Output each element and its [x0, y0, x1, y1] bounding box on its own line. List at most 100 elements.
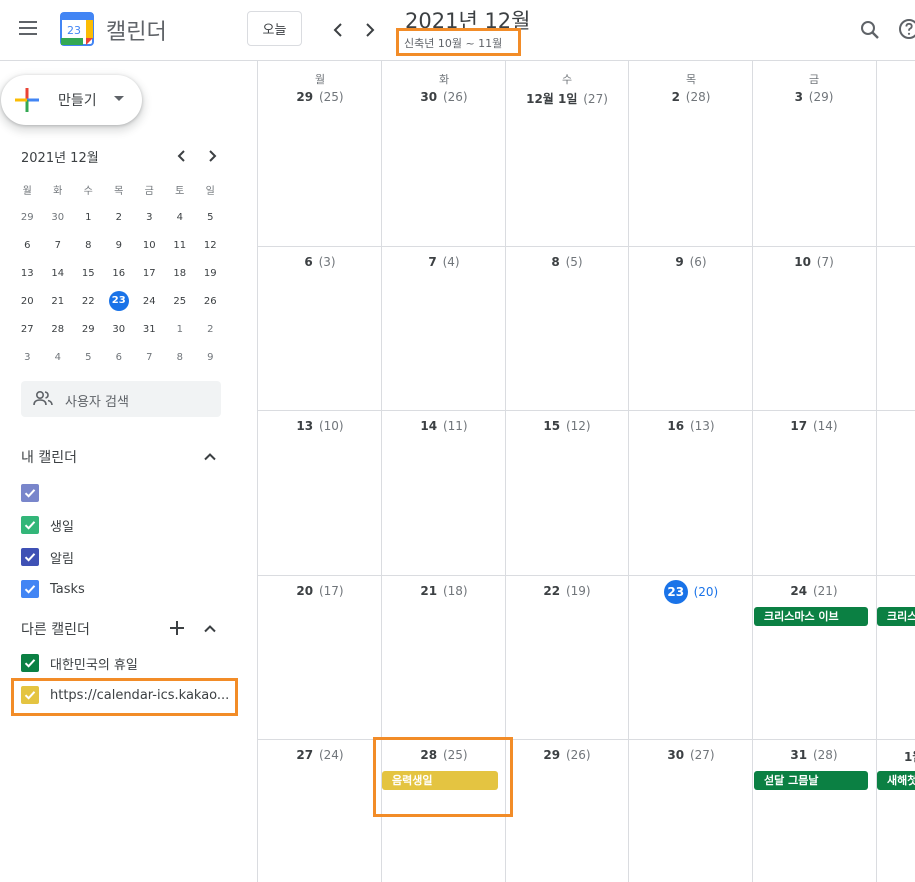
calendar-item[interactable]: 생일: [21, 513, 74, 537]
mini-day[interactable]: 27: [12, 324, 43, 335]
day-cell-label[interactable]: 29 (25): [258, 90, 382, 104]
mini-day[interactable]: 12: [195, 240, 226, 251]
day-number[interactable]: 27: [296, 748, 313, 762]
day-number[interactable]: 24: [790, 584, 807, 598]
mini-day[interactable]: 6: [104, 352, 135, 363]
day-cell-label[interactable]: 9 (6): [629, 255, 753, 269]
mini-day[interactable]: 19: [195, 268, 226, 279]
mini-day[interactable]: 5: [73, 352, 104, 363]
create-button[interactable]: 만들기: [1, 75, 142, 125]
calendar-checkbox[interactable]: [21, 548, 39, 566]
day-number[interactable]: 17: [790, 419, 807, 433]
day-number[interactable]: 9: [675, 255, 683, 269]
mini-day[interactable]: 14: [43, 268, 74, 279]
mini-day[interactable]: 22: [73, 296, 104, 307]
collapse-my-calendars-button[interactable]: [200, 447, 220, 467]
day-cell-label[interactable]: 2 (28): [629, 90, 753, 104]
mini-day[interactable]: 31: [134, 324, 165, 335]
day-number[interactable]: 30: [420, 90, 437, 104]
mini-prev-month-button[interactable]: [173, 147, 191, 165]
day-number[interactable]: 8: [551, 255, 559, 269]
search-icon[interactable]: [858, 18, 882, 42]
day-cell-label[interactable]: 24 (21): [752, 584, 876, 598]
mini-day[interactable]: 8: [165, 352, 196, 363]
day-cell-today[interactable]: 23 (20): [629, 580, 753, 604]
mini-day[interactable]: 30: [104, 324, 135, 335]
day-cell-label[interactable]: 22 (19): [505, 584, 629, 598]
calendar-item[interactable]: [21, 481, 50, 505]
event-chip[interactable]: 새해첫: [877, 771, 915, 790]
day-number[interactable]: 6: [304, 255, 312, 269]
day-number[interactable]: 16: [667, 419, 684, 433]
day-cell-label[interactable]: 29 (26): [505, 748, 629, 762]
mini-day[interactable]: 6: [12, 240, 43, 251]
event-chip[interactable]: 섣달 그믐날: [754, 771, 868, 790]
day-number[interactable]: 3: [795, 90, 803, 104]
day-cell-label[interactable]: 31 (28): [752, 748, 876, 762]
people-search[interactable]: 사용자 검색: [21, 381, 221, 417]
mini-day[interactable]: 25: [165, 296, 196, 307]
mini-day[interactable]: 17: [134, 268, 165, 279]
mini-day[interactable]: 20: [12, 296, 43, 307]
mini-day[interactable]: 2: [104, 212, 135, 223]
day-cell-label[interactable]: 20 (17): [258, 584, 382, 598]
day-cell-label[interactable]: 30 (26): [382, 90, 506, 104]
event-chip[interactable]: 크리스마스 이브: [754, 607, 868, 626]
mini-day[interactable]: 18: [165, 268, 196, 279]
day-number[interactable]: 12월 1일: [526, 92, 577, 106]
day-number[interactable]: 13: [296, 419, 313, 433]
mini-day[interactable]: 10: [134, 240, 165, 251]
day-number[interactable]: 10: [794, 255, 811, 269]
help-icon[interactable]: [897, 17, 915, 41]
day-cell-label[interactable]: 3 (29): [752, 90, 876, 104]
day-number[interactable]: 15: [543, 419, 560, 433]
mini-day[interactable]: 9: [195, 352, 226, 363]
mini-day[interactable]: 29: [12, 212, 43, 223]
day-number[interactable]: 21: [420, 584, 437, 598]
mini-day[interactable]: 28: [43, 324, 74, 335]
day-number[interactable]: 29: [543, 748, 560, 762]
day-number[interactable]: 2: [672, 90, 680, 104]
mini-day[interactable]: 3: [134, 212, 165, 223]
day-number[interactable]: 7: [428, 255, 436, 269]
mini-day[interactable]: 1: [165, 324, 196, 335]
next-month-button[interactable]: [358, 18, 382, 42]
day-cell-label[interactable]: 30 (27): [629, 748, 753, 762]
mini-day[interactable]: 30: [43, 212, 74, 223]
day-cell-label[interactable]: 7 (4): [382, 255, 506, 269]
day-cell-label[interactable]: 21 (18): [382, 584, 506, 598]
mini-day[interactable]: 24: [134, 296, 165, 307]
add-other-calendar-button[interactable]: [167, 618, 187, 638]
day-cell-label[interactable]: 17 (14): [752, 419, 876, 433]
day-cell-label[interactable]: 10 (7): [752, 255, 876, 269]
mini-day[interactable]: 16: [104, 268, 135, 279]
mini-day-today[interactable]: 23: [104, 291, 135, 311]
mini-day[interactable]: 8: [73, 240, 104, 251]
day-cell-label[interactable]: 16 (13): [629, 419, 753, 433]
mini-day[interactable]: 7: [43, 240, 74, 251]
mini-day[interactable]: 21: [43, 296, 74, 307]
day-cell-label[interactable]: 6 (3): [258, 255, 382, 269]
mini-day[interactable]: 7: [134, 352, 165, 363]
mini-day[interactable]: 3: [12, 352, 43, 363]
mini-day[interactable]: 1: [73, 212, 104, 223]
day-number[interactable]: 31: [790, 748, 807, 762]
mini-day[interactable]: 13: [12, 268, 43, 279]
day-number[interactable]: 29: [296, 90, 313, 104]
day-cell-label[interactable]: 15 (12): [505, 419, 629, 433]
day-cell-label[interactable]: 14 (11): [382, 419, 506, 433]
calendar-checkbox[interactable]: [21, 654, 39, 672]
calendar-checkbox[interactable]: [21, 580, 39, 598]
day-number[interactable]: 23: [663, 580, 688, 604]
mini-day[interactable]: 15: [73, 268, 104, 279]
mini-next-month-button[interactable]: [203, 147, 221, 165]
event-chip[interactable]: 크리스: [877, 607, 915, 626]
day-number[interactable]: 20: [296, 584, 313, 598]
mini-day[interactable]: 4: [43, 352, 74, 363]
mini-day[interactable]: 4: [165, 212, 196, 223]
calendar-item[interactable]: Tasks: [21, 577, 85, 601]
calendar-item[interactable]: 대한민국의 휴일: [21, 651, 138, 675]
day-cell-label[interactable]: 27 (24): [258, 748, 382, 762]
calendar-checkbox[interactable]: [21, 484, 39, 502]
day-number[interactable]: 30: [667, 748, 684, 762]
